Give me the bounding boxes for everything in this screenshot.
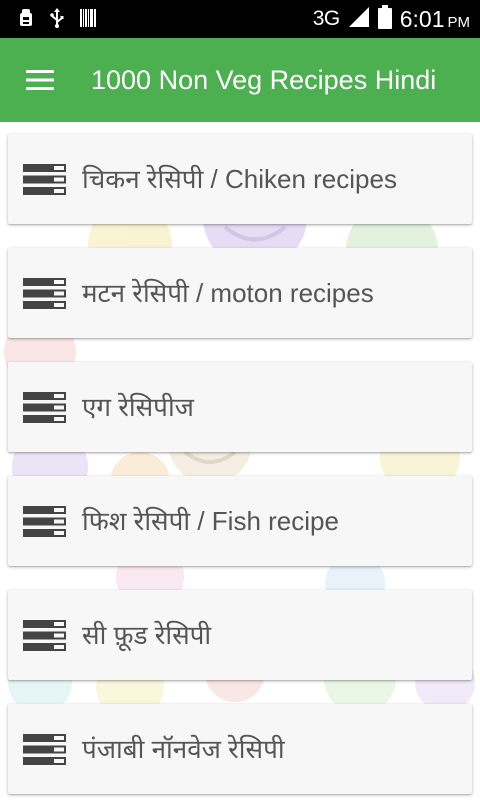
signal-icon: [348, 6, 370, 32]
category-label: फिश रेसिपी / Fish recipe: [82, 506, 339, 536]
barcode-icon: [80, 8, 96, 32]
list-icon: [23, 278, 66, 309]
battery-icon: [377, 5, 392, 33]
app-bar: 1000 Non Veg Recipes Hindi: [0, 38, 480, 122]
network-type: 3G: [312, 7, 341, 30]
category-label: मटन रेसिपी / moton recipes: [82, 278, 374, 308]
android-debug-icon: [18, 8, 34, 32]
category-label: चिकन रेसिपी / Chiken recipes: [82, 164, 397, 194]
category-label: सी फ़ूड रेसिपी: [82, 620, 212, 650]
category-item-seafood[interactable]: सी फ़ूड रेसिपी: [8, 590, 472, 680]
category-item-egg[interactable]: एग रेसिपीज: [8, 362, 472, 452]
category-item-chicken[interactable]: चिकन रेसिपी / Chiken recipes: [8, 134, 472, 224]
category-label: एग रेसिपीज: [82, 392, 194, 422]
category-item-fish[interactable]: फिश रेसिपी / Fish recipe: [8, 476, 472, 566]
status-bar: 3G 6:01 PM: [0, 0, 480, 38]
status-bar-right: 3G 6:01 PM: [313, 0, 470, 38]
list-icon: [23, 164, 66, 195]
list-icon: [23, 734, 66, 765]
category-label: पंजाबी नॉनवेज रेसिपी: [82, 734, 285, 764]
clock-time: 6:01: [399, 5, 445, 32]
status-bar-left: [18, 8, 96, 32]
clock-ampm: PM: [447, 13, 471, 31]
hamburger-menu-icon[interactable]: [24, 67, 58, 93]
page-title: 1000 Non Veg Recipes Hindi: [91, 65, 437, 95]
list-icon: [23, 506, 66, 537]
list-icon: [23, 392, 66, 423]
list-icon: [23, 620, 66, 651]
category-list-area[interactable]: चिकन रेसिपी / Chiken recipes मटन रेसिपी …: [0, 122, 480, 800]
category-item-mutton[interactable]: मटन रेसिपी / moton recipes: [8, 248, 472, 338]
usb-icon: [50, 8, 64, 32]
category-item-punjabi-nonveg[interactable]: पंजाबी नॉनवेज रेसिपी: [8, 704, 472, 794]
clock: 6:01 PM: [400, 6, 470, 33]
